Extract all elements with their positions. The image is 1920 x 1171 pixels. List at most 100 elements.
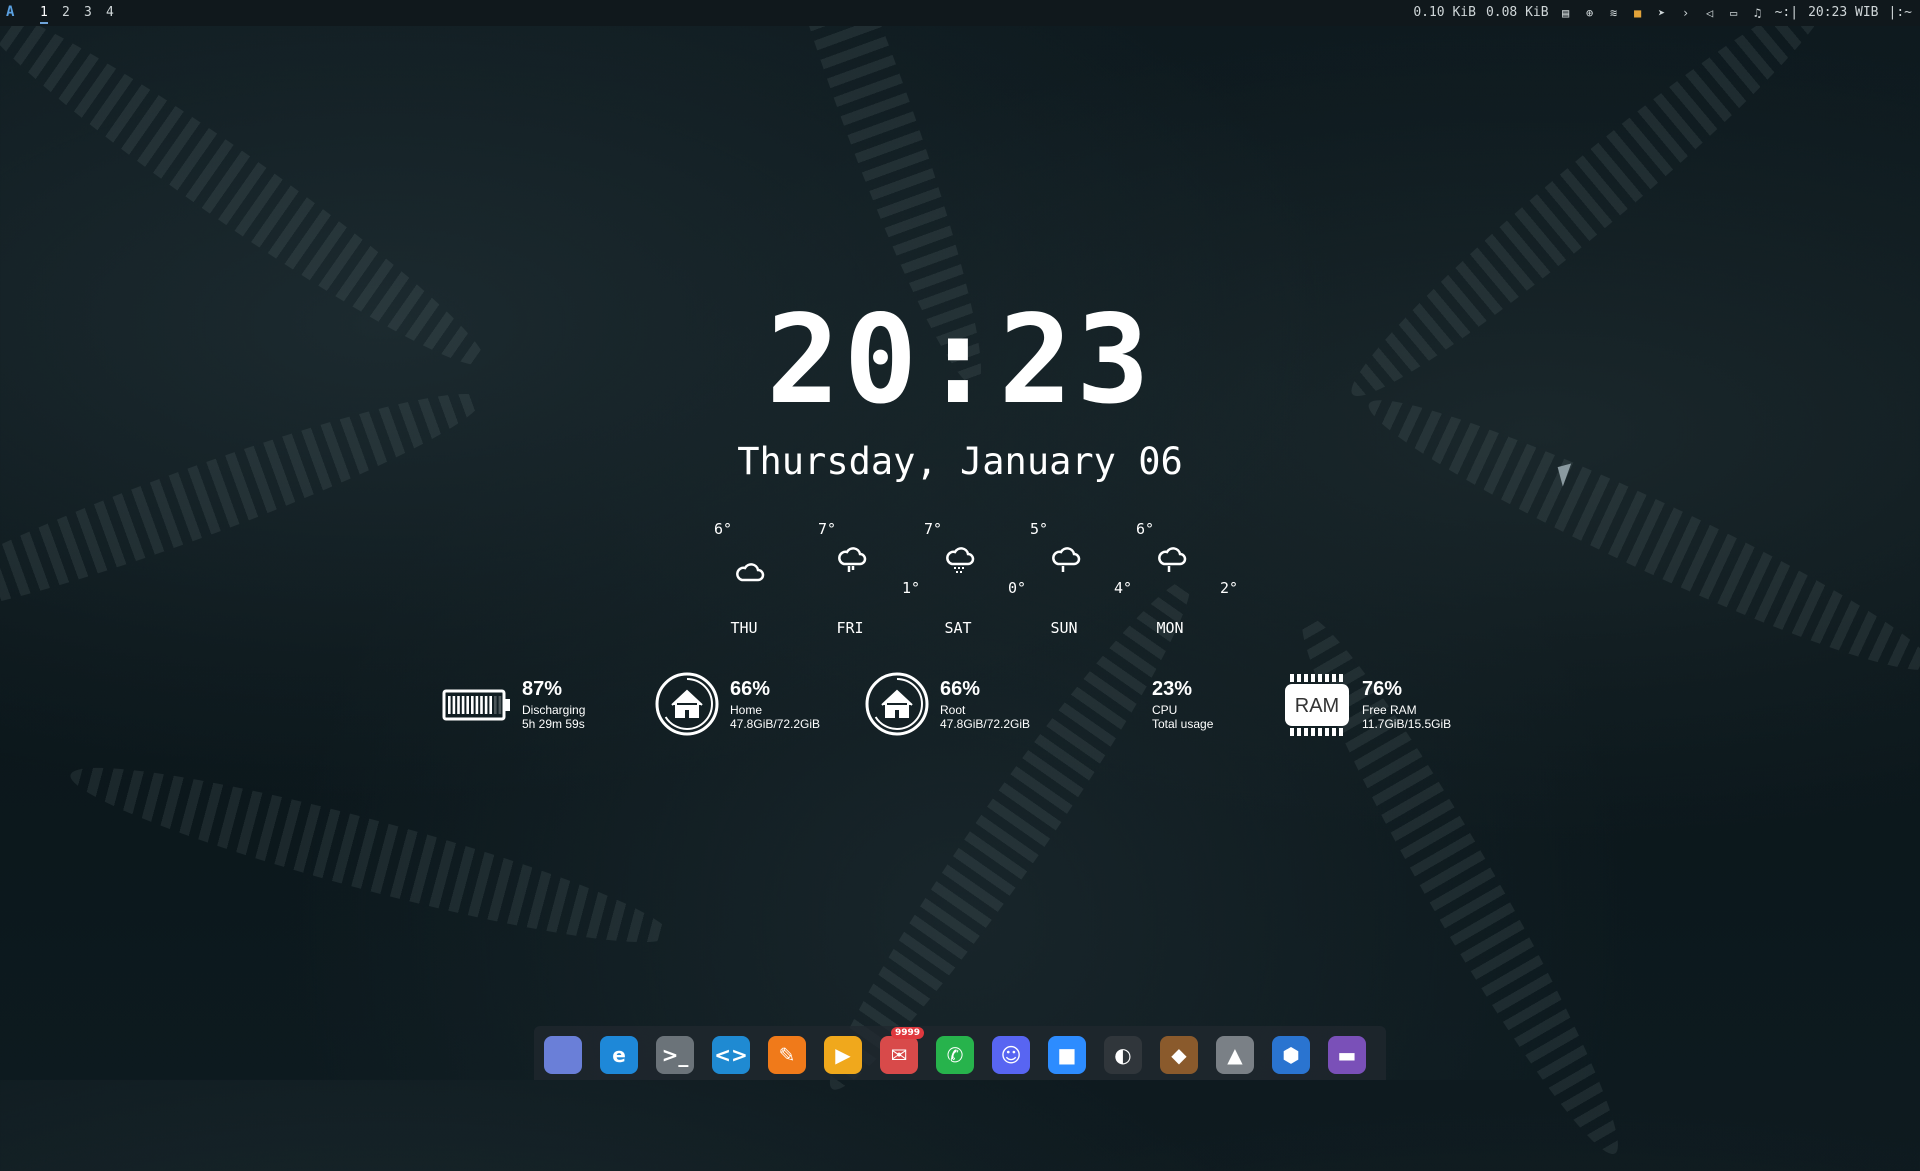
ram-chip-icon: RAM	[1285, 674, 1349, 736]
update-icon[interactable]: ⊕	[1583, 7, 1597, 19]
workspace-4[interactable]: 4	[106, 5, 114, 20]
weather-day-label: SAT	[944, 619, 972, 637]
workspace-1[interactable]: 1	[40, 5, 48, 24]
weather-day-mon: 6° 2° MON	[1136, 512, 1242, 642]
dock-discord-icon[interactable]: ☺	[992, 1036, 1030, 1074]
cpu-widget: 23% CPU Total usage	[1152, 670, 1282, 740]
ram-widget: RAM 76% Free RAM 11.7GiB/15.5GiB	[1284, 670, 1484, 740]
weather-low: 2°	[1219, 579, 1238, 597]
root-disk-widget: 66% Root 47.8GiB/72.2GiB	[864, 670, 1064, 740]
rain-cloud-icon	[1052, 547, 1081, 572]
weather-day-thu: 6° THU	[714, 512, 820, 642]
home-disk-widget: 66% Home 47.8GiB/72.2GiB	[654, 670, 854, 740]
desktop-clock: 20:23	[766, 289, 1154, 431]
weather-day-label: THU	[730, 619, 758, 637]
weather-day-sun: 5° 4° SUN	[1030, 512, 1136, 642]
dock-files-icon[interactable]	[544, 1036, 582, 1074]
home-disk-percent: 66%	[730, 678, 771, 700]
drizzle-cloud-icon	[946, 547, 975, 573]
dock-virtualbox-icon[interactable]: ⬢	[1272, 1036, 1310, 1074]
dock-pencil-icon[interactable]: ✎	[768, 1036, 806, 1074]
expand-icon[interactable]: ›	[1679, 7, 1693, 19]
home-disk-usage: 47.8GiB/72.2GiB	[730, 717, 821, 731]
weather-high: 6°	[1136, 520, 1155, 538]
battery-icon	[442, 689, 510, 721]
dock-inkscape-icon[interactable]: ▲	[1216, 1036, 1254, 1074]
desktop-date: Thursday, January 06	[737, 440, 1183, 483]
cpu-usage-label: Total usage	[1152, 717, 1214, 731]
panel-end-marker: |:~	[1888, 5, 1912, 20]
battery-bar	[466, 696, 469, 714]
root-disk-percent: 66%	[940, 678, 981, 700]
battery-bar	[484, 696, 488, 714]
weather-day-fri: 7° 1° FRI	[818, 512, 924, 642]
battery-bar	[489, 696, 492, 714]
root-disk-label: Root	[940, 703, 966, 717]
dock-presenter-icon[interactable]: ▶	[824, 1036, 862, 1074]
ram-chip-label: RAM	[1295, 695, 1339, 717]
ram-label: Free RAM	[1362, 703, 1417, 717]
home-disk-label: Home	[730, 703, 763, 717]
clipboard-icon[interactable]: ▤	[1559, 7, 1573, 19]
dock-zoom-icon[interactable]: ■	[1048, 1036, 1086, 1074]
weather-high: 7°	[924, 520, 943, 538]
panel-clock[interactable]: 20:23 WIB	[1808, 5, 1878, 20]
home-icon	[655, 672, 719, 736]
ram-percent: 76%	[1362, 678, 1403, 700]
weather-day-label: FRI	[836, 619, 864, 637]
bell-icon[interactable]: ♫	[1751, 7, 1765, 19]
terminal-indicator: ~:|	[1774, 5, 1799, 20]
workspace-2[interactable]: 2	[62, 5, 70, 20]
home-icon	[865, 672, 929, 736]
battery-bar	[471, 696, 474, 714]
volume-icon[interactable]: ◁	[1703, 7, 1717, 19]
battery-bar	[494, 696, 497, 714]
workspace-3[interactable]: 3	[84, 5, 92, 20]
top-panel: A 1 2 3 4 0.10 KiB 0.08 KiB ▤ ⊕ ≋ ■ ➤ › …	[0, 0, 1920, 26]
cpu-percent: 23%	[1152, 678, 1193, 700]
weather-high: 5°	[1030, 520, 1049, 538]
weather-low: 4°	[1113, 579, 1132, 597]
battery-bar	[480, 696, 483, 714]
dock-mail-icon[interactable]: ✉ 9999	[880, 1027, 924, 1074]
weather-day-label: SUN	[1050, 619, 1078, 637]
launcher-icon[interactable]: A	[6, 4, 14, 20]
dock-vscode-icon[interactable]: <>	[712, 1036, 750, 1074]
cpu-label: CPU	[1152, 703, 1178, 717]
app-dock: e >_ <> ✎ ▶ ✉ 9999 ✆ ☺ ■ ◐ ◆ ▲ ⬢ ▬	[534, 1026, 1386, 1080]
weather-low: 1°	[901, 579, 920, 597]
battery-icon[interactable]: ▭	[1727, 7, 1741, 19]
battery-time-remaining: 5h 29m 59s	[522, 717, 585, 731]
weather-high: 6°	[714, 520, 733, 538]
battery-bar	[498, 696, 502, 714]
battery-percent: 87%	[522, 678, 563, 700]
dock-obs-icon[interactable]: ◐	[1104, 1036, 1142, 1074]
ram-usage: 11.7GiB/15.5GiB	[1362, 717, 1452, 731]
battery-status: Discharging	[522, 703, 586, 717]
battery-bar	[475, 696, 479, 714]
weather-high: 7°	[818, 520, 837, 538]
weather-day-label: MON	[1156, 619, 1184, 637]
status-area: 0.10 KiB 0.08 KiB ▤ ⊕ ≋ ■ ➤ › ◁ ▭ ♫ ~:| …	[1413, 5, 1912, 20]
battery-widget: 87% Discharging 5h 29m 59s	[442, 670, 632, 740]
telegram-icon[interactable]: ➤	[1655, 7, 1669, 19]
net-upload: 0.08 KiB	[1485, 5, 1549, 20]
battery-bar	[452, 696, 456, 714]
notification-badge: 9999	[890, 1027, 924, 1039]
dock-fox-icon[interactable]: ◆	[1160, 1036, 1198, 1074]
dock-whatsapp-icon[interactable]: ✆	[936, 1036, 974, 1074]
cloud-icon	[736, 563, 765, 582]
rain-cloud-icon	[1158, 547, 1187, 572]
folder-icon[interactable]: ■	[1631, 7, 1645, 19]
weather-day-sat: 7° 0° SAT	[924, 512, 1030, 642]
dock-folder-icon[interactable]: ▬	[1328, 1036, 1366, 1074]
battery-bar	[457, 696, 460, 714]
dock-edge-icon[interactable]: e	[600, 1036, 638, 1074]
wifi-icon[interactable]: ≋	[1607, 7, 1621, 19]
battery-bar	[461, 696, 465, 714]
battery-bar	[448, 696, 451, 714]
weather-low: 0°	[1007, 579, 1026, 597]
dock-terminal-icon[interactable]: >_	[656, 1036, 694, 1074]
rain-cloud-icon	[838, 547, 867, 572]
root-disk-usage: 47.8GiB/72.2GiB	[940, 717, 1031, 731]
